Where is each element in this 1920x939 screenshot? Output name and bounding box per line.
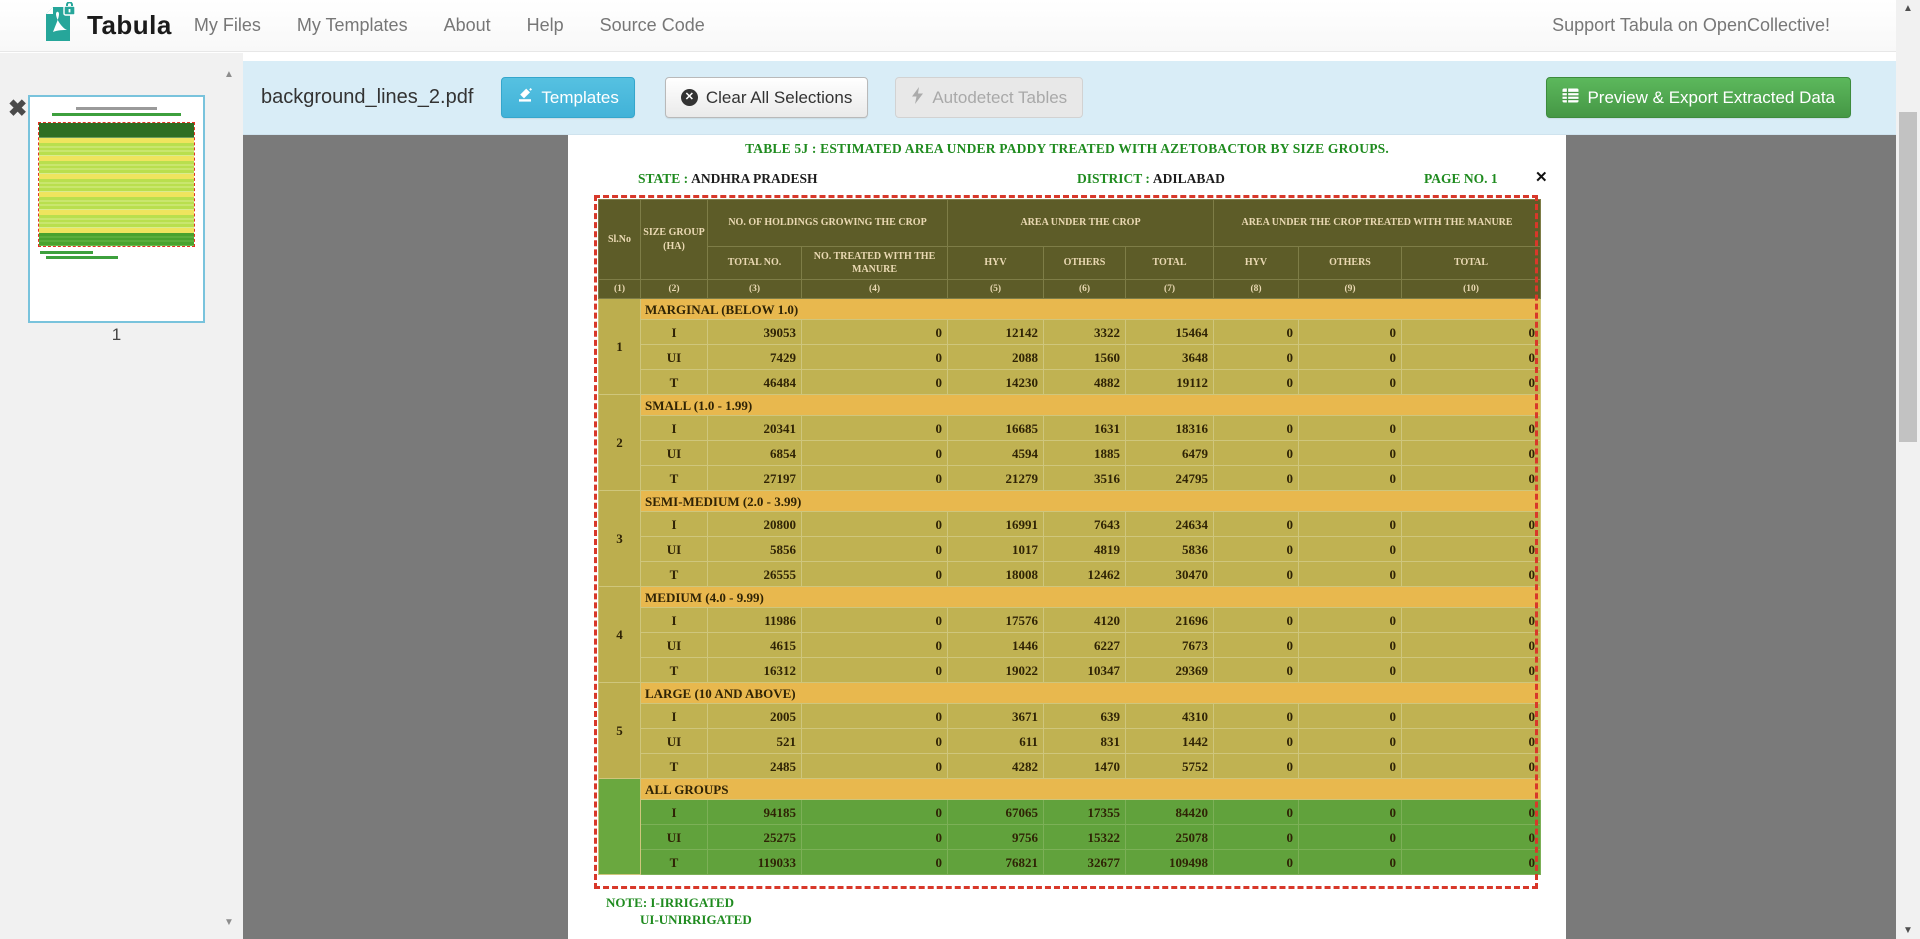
templates-button-label: Templates — [541, 88, 618, 108]
sidebar-scroll-down-icon[interactable]: ▼ — [224, 917, 234, 928]
document-toolbar: background_lines_2.pdf Templates ✕ Clear… — [243, 61, 1896, 135]
pdf-page[interactable]: TABLE 5J : ESTIMATED AREA UNDER PADDY TR… — [568, 135, 1566, 939]
scrollbar-down-icon[interactable]: ▼ — [1896, 925, 1920, 936]
pdf-page-number-label: PAGE NO. 1 — [1424, 171, 1498, 187]
table-icon — [1562, 88, 1579, 108]
thumb-table-header — [39, 123, 194, 138]
thumb-title-line — [76, 107, 158, 110]
scrollbar-thumb[interactable] — [1899, 112, 1917, 442]
thumb-note-line — [46, 256, 118, 259]
autodetect-button-label: Autodetect Tables — [932, 88, 1067, 108]
pdf-note-line-2: UI-UNIRRIGATED — [640, 912, 752, 928]
nav-links: My Files My Templates About Help Source … — [194, 15, 741, 36]
pdf-state-line: STATE :ANDHRA PRADESH — [638, 171, 818, 187]
pdf-viewer-area: TABLE 5J : ESTIMATED AREA UNDER PADDY TR… — [243, 135, 1896, 939]
document-filename: background_lines_2.pdf — [261, 86, 473, 109]
pdf-district-line: DISTRICT :ADILABAD — [1077, 171, 1225, 187]
templates-button[interactable]: Templates — [501, 77, 634, 118]
pdf-note-line-1: NOTE: I-IRRIGATED — [606, 895, 734, 911]
export-button-label: Preview & Export Extracted Data — [1587, 88, 1835, 108]
table-selection-rectangle[interactable] — [594, 195, 1538, 889]
brand-link[interactable]: Tabula — [44, 2, 172, 49]
remove-file-icon[interactable]: ✖ — [8, 97, 27, 120]
brand-name: Tabula — [87, 10, 172, 41]
nav-item-help[interactable]: Help — [527, 15, 564, 36]
support-link[interactable]: Support Tabula on OpenCollective! — [1552, 15, 1830, 36]
thumb-selection-outline — [38, 122, 195, 247]
page-thumbnails-sidebar: ✖ 1 ▲ ▼ — [0, 53, 243, 939]
top-navbar: Tabula My Files My Templates About Help … — [0, 0, 1896, 52]
thumbnail-page-number: 1 — [28, 325, 205, 345]
page-thumbnail[interactable] — [28, 95, 205, 323]
window-scrollbar[interactable]: ▲ ▼ — [1896, 0, 1920, 939]
nav-item-my-templates[interactable]: My Templates — [297, 15, 408, 36]
templates-icon — [517, 87, 533, 108]
selection-close-icon[interactable]: ✕ — [1535, 168, 1548, 186]
thumb-note-line — [40, 251, 93, 254]
tabula-app: Tabula My Files My Templates About Help … — [0, 0, 1920, 939]
thumb-subtitle-line — [52, 113, 181, 116]
preview-export-button[interactable]: Preview & Export Extracted Data — [1546, 77, 1851, 118]
clear-all-selections-button[interactable]: ✕ Clear All Selections — [665, 77, 868, 118]
scrollbar-up-icon[interactable]: ▲ — [1896, 3, 1920, 14]
clear-button-label: Clear All Selections — [706, 88, 852, 108]
autodetect-tables-button[interactable]: Autodetect Tables — [895, 77, 1083, 118]
clear-circle-x-icon: ✕ — [681, 89, 698, 106]
tabula-logo-icon — [44, 2, 78, 49]
nav-item-my-files[interactable]: My Files — [194, 15, 261, 36]
lightning-icon — [911, 87, 924, 109]
nav-item-about[interactable]: About — [444, 15, 491, 36]
nav-item-source-code[interactable]: Source Code — [600, 15, 705, 36]
pdf-table-title: TABLE 5J : ESTIMATED AREA UNDER PADDY TR… — [568, 141, 1566, 157]
sidebar-scroll-up-icon[interactable]: ▲ — [224, 69, 234, 80]
